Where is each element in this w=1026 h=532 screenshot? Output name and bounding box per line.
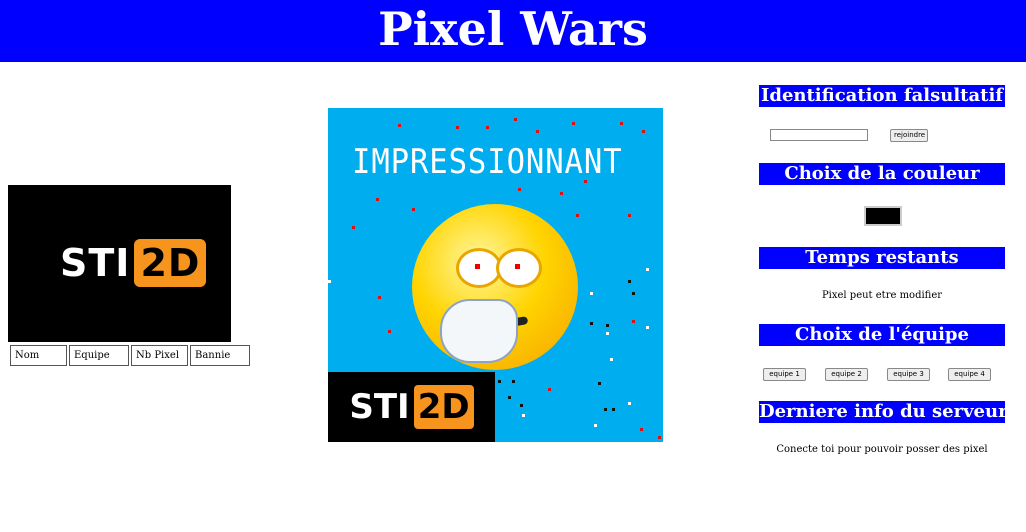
placed-pixel xyxy=(628,280,631,283)
placed-pixel xyxy=(576,214,579,217)
placed-pixel xyxy=(620,122,623,125)
placed-pixel xyxy=(508,396,511,399)
team-4-button[interactable]: equipe 4 xyxy=(948,368,991,381)
logo-badge: 2D xyxy=(134,239,207,287)
placed-pixel xyxy=(612,408,615,411)
placed-pixel xyxy=(512,380,515,383)
page-header: Pixel Wars xyxy=(0,0,1026,62)
placed-pixel xyxy=(642,130,645,133)
canvas-sti2d-logo: STI 2D xyxy=(328,372,495,442)
color-title: Choix de la couleur xyxy=(759,163,1005,185)
placed-pixel xyxy=(658,436,661,439)
placed-pixel xyxy=(584,180,587,183)
placed-pixel xyxy=(456,126,459,129)
placed-pixel xyxy=(604,408,607,411)
placed-pixel xyxy=(548,388,551,391)
placed-pixel xyxy=(518,188,521,191)
placed-pixel xyxy=(388,330,391,333)
logo-text: STI xyxy=(60,241,131,285)
placed-pixel xyxy=(606,324,609,327)
placed-pixel xyxy=(646,326,649,329)
placed-pixel xyxy=(632,320,635,323)
placed-pixel xyxy=(498,380,501,383)
time-status: Pixel peut etre modifier xyxy=(821,290,943,301)
placed-pixel xyxy=(646,268,649,271)
smiley-hand xyxy=(440,299,518,363)
placed-pixel xyxy=(590,322,593,325)
name-input[interactable] xyxy=(770,129,868,141)
placed-pixel xyxy=(598,382,601,385)
time-title: Temps restants xyxy=(759,247,1005,269)
placed-pixel xyxy=(328,280,331,283)
placed-pixel xyxy=(522,414,525,417)
sti2d-logo: STI 2D xyxy=(8,185,231,342)
placed-pixel xyxy=(590,292,593,295)
team-1-button[interactable]: equipe 1 xyxy=(763,368,806,381)
placed-pixel xyxy=(536,130,539,133)
team-title: Choix de l'équipe xyxy=(759,324,1005,346)
canvas-logo-text: STI xyxy=(349,387,410,427)
placed-pixel xyxy=(628,214,631,217)
placed-pixel xyxy=(352,226,355,229)
placed-pixel xyxy=(560,192,563,195)
server-message: Conecte toi pour pouvoir posser des pixe… xyxy=(776,444,988,455)
placed-pixel xyxy=(520,404,523,407)
col-bannie: Bannie xyxy=(190,345,250,366)
identification-title: Identification falsultatif xyxy=(759,85,1005,107)
placed-pixel xyxy=(572,122,575,125)
server-title: Derniere info du serveur xyxy=(759,401,1005,423)
placed-pixel xyxy=(628,402,631,405)
canvas-title-text: IMPRESSIONNANT xyxy=(352,142,623,182)
pixel-canvas[interactable]: IMPRESSIONNANT STI 2D xyxy=(328,108,663,442)
col-nb-pixel: Nb Pixel xyxy=(131,345,188,366)
page-title: Pixel Wars xyxy=(378,2,648,56)
col-equipe: Equipe xyxy=(69,345,129,366)
col-nom: Nom xyxy=(10,345,67,366)
canvas-logo-badge: 2D xyxy=(413,385,474,429)
placed-pixel xyxy=(606,332,609,335)
placed-pixel xyxy=(378,296,381,299)
smiley-image xyxy=(412,204,578,370)
placed-pixel xyxy=(514,118,517,121)
placed-pixel xyxy=(486,126,489,129)
players-table: Nom Equipe Nb Pixel Bannie xyxy=(8,345,252,366)
join-button[interactable]: rejoindre xyxy=(890,129,928,142)
placed-pixel xyxy=(594,424,597,427)
placed-pixel xyxy=(632,292,635,295)
placed-pixel xyxy=(376,198,379,201)
placed-pixel xyxy=(412,208,415,211)
color-picker[interactable] xyxy=(864,206,902,226)
placed-pixel xyxy=(640,428,643,431)
table-header-row: Nom Equipe Nb Pixel Bannie xyxy=(10,345,250,366)
team-2-button[interactable]: equipe 2 xyxy=(825,368,868,381)
smiley-right-eye xyxy=(496,248,542,288)
team-3-button[interactable]: equipe 3 xyxy=(887,368,930,381)
placed-pixel xyxy=(610,358,613,361)
placed-pixel xyxy=(398,124,401,127)
